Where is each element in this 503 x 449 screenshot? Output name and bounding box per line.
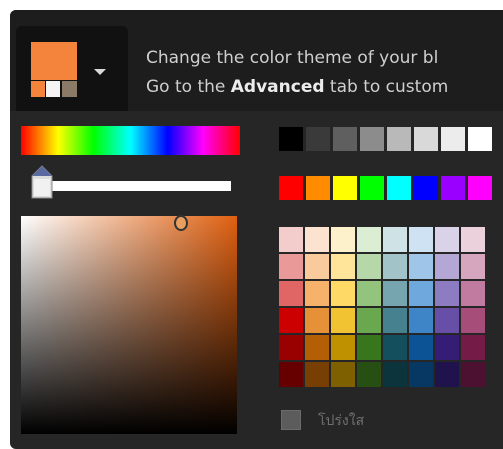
grayscale-swatch-4[interactable]	[360, 127, 384, 151]
saturation-value-cursor[interactable]	[174, 215, 188, 231]
palette-swatch-r5-c6[interactable]	[409, 335, 433, 360]
palette-swatch-r1-c6[interactable]	[409, 227, 433, 252]
bright-swatch-1[interactable]	[279, 176, 303, 200]
grayscale-swatch-row	[279, 127, 495, 151]
palette-swatch-r3-c2[interactable]	[305, 281, 329, 306]
grayscale-swatch-3[interactable]	[333, 127, 357, 151]
bright-swatch-row	[279, 176, 495, 200]
bright-swatch-6[interactable]	[414, 176, 438, 200]
palette-swatch-r4-c5[interactable]	[383, 308, 407, 333]
palette-swatch-r4-c1[interactable]	[279, 308, 303, 333]
opacity-slider[interactable]	[39, 181, 231, 191]
theme-sub-swatch-3	[62, 81, 77, 97]
theme-main-swatch[interactable]	[31, 42, 77, 80]
palette-swatch-r2-c2[interactable]	[305, 254, 329, 279]
palette-swatch-r4-c2[interactable]	[305, 308, 329, 333]
palette-swatch-r2-c1[interactable]	[279, 254, 303, 279]
palette-swatch-r1-c8[interactable]	[461, 227, 485, 252]
hue-slider[interactable]	[21, 126, 240, 155]
palette-swatch-r6-c2[interactable]	[305, 362, 329, 387]
theme-description: Change the color theme of your bl Go to …	[146, 44, 448, 102]
palette-swatch-r2-c4[interactable]	[357, 254, 381, 279]
transparent-label: โปร่งใส	[318, 413, 365, 429]
palette-swatch-r3-c6[interactable]	[409, 281, 433, 306]
grayscale-swatch-5[interactable]	[387, 127, 411, 151]
palette-swatch-r2-c3[interactable]	[331, 254, 355, 279]
palette-swatch-r6-c7[interactable]	[435, 362, 459, 387]
palette-swatch-r5-c3[interactable]	[331, 335, 355, 360]
palette-swatch-r5-c2[interactable]	[305, 335, 329, 360]
palette-swatch-r4-c4[interactable]	[357, 308, 381, 333]
bright-swatch-5[interactable]	[387, 176, 411, 200]
palette-swatch-r6-c3[interactable]	[331, 362, 355, 387]
grayscale-swatch-1[interactable]	[279, 127, 303, 151]
palette-swatch-r6-c4[interactable]	[357, 362, 381, 387]
palette-swatch-r3-c1[interactable]	[279, 281, 303, 306]
palette-swatch-r1-c2[interactable]	[305, 227, 329, 252]
palette-swatch-r5-c4[interactable]	[357, 335, 381, 360]
palette-swatch-r5-c5[interactable]	[383, 335, 407, 360]
advanced-tab-link[interactable]: Advanced	[231, 77, 325, 97]
palette-swatch-r4-c8[interactable]	[461, 308, 485, 333]
palette-swatch-r5-c1[interactable]	[279, 335, 303, 360]
palette-swatch-r3-c8[interactable]	[461, 281, 485, 306]
palette-swatch-r2-c7[interactable]	[435, 254, 459, 279]
theme-sub-swatch-1	[31, 81, 45, 97]
palette-swatch-r4-c6[interactable]	[409, 308, 433, 333]
description-line-2: Go to the Advanced tab to custom	[146, 77, 449, 97]
palette-swatch-r2-c5[interactable]	[383, 254, 407, 279]
palette-swatch-r1-c1[interactable]	[279, 227, 303, 252]
bright-swatch-7[interactable]	[441, 176, 465, 200]
grayscale-swatch-7[interactable]	[441, 127, 465, 151]
theme-sub-swatch-2	[46, 81, 60, 97]
palette-swatch-r1-c4[interactable]	[357, 227, 381, 252]
palette-swatch-r3-c3[interactable]	[331, 281, 355, 306]
color-palette-grid	[279, 227, 485, 387]
palette-swatch-r4-c3[interactable]	[331, 308, 355, 333]
palette-swatch-r6-c6[interactable]	[409, 362, 433, 387]
saturation-value-picker[interactable]	[21, 216, 237, 434]
opacity-slider-handle[interactable]	[31, 165, 53, 199]
palette-swatch-r6-c8[interactable]	[461, 362, 485, 387]
transparent-checkbox[interactable]	[281, 410, 301, 430]
description-line-1: Change the color theme of your bl	[146, 48, 439, 68]
palette-swatch-r5-c8[interactable]	[461, 335, 485, 360]
palette-swatch-r3-c5[interactable]	[383, 281, 407, 306]
palette-swatch-r4-c7[interactable]	[435, 308, 459, 333]
bright-swatch-3[interactable]	[333, 176, 357, 200]
palette-swatch-r1-c5[interactable]	[383, 227, 407, 252]
bright-swatch-2[interactable]	[306, 176, 330, 200]
grayscale-swatch-6[interactable]	[414, 127, 438, 151]
grayscale-swatch-8[interactable]	[468, 127, 492, 151]
palette-swatch-r6-c1[interactable]	[279, 362, 303, 387]
bright-swatch-8[interactable]	[468, 176, 492, 200]
bright-swatch-4[interactable]	[360, 176, 384, 200]
chevron-down-icon[interactable]	[94, 69, 106, 75]
palette-swatch-r5-c7[interactable]	[435, 335, 459, 360]
palette-swatch-r6-c5[interactable]	[383, 362, 407, 387]
palette-swatch-r2-c6[interactable]	[409, 254, 433, 279]
palette-swatch-r3-c4[interactable]	[357, 281, 381, 306]
palette-swatch-r1-c3[interactable]	[331, 227, 355, 252]
palette-swatch-r3-c7[interactable]	[435, 281, 459, 306]
palette-swatch-r2-c8[interactable]	[461, 254, 485, 279]
palette-swatch-r1-c7[interactable]	[435, 227, 459, 252]
grayscale-swatch-2[interactable]	[306, 127, 330, 151]
